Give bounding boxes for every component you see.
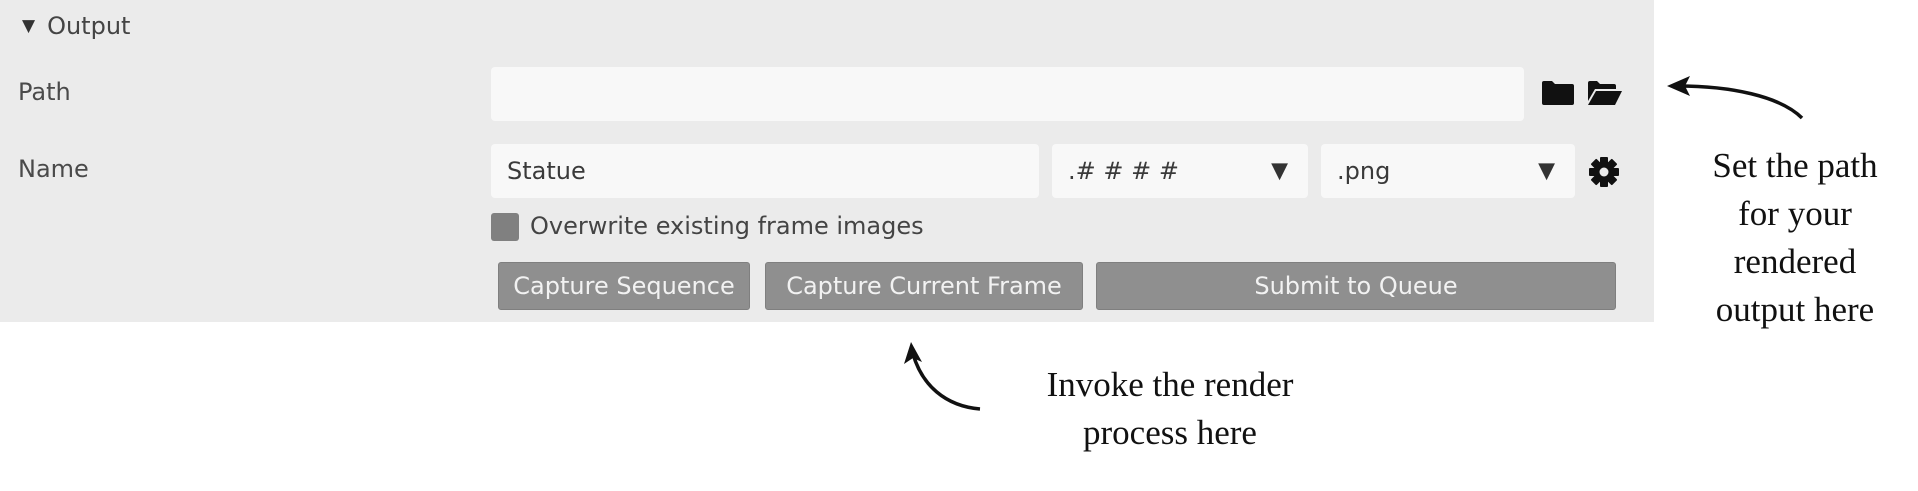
render-annotation-arrow [904, 342, 981, 411]
path-annotation-arrow [1667, 76, 1804, 120]
annotation-arrows [904, 76, 1804, 411]
path-annotation: Set the path for your rendered output he… [1712, 146, 1878, 329]
render-annotation: Invoke the render process here [1046, 365, 1294, 452]
